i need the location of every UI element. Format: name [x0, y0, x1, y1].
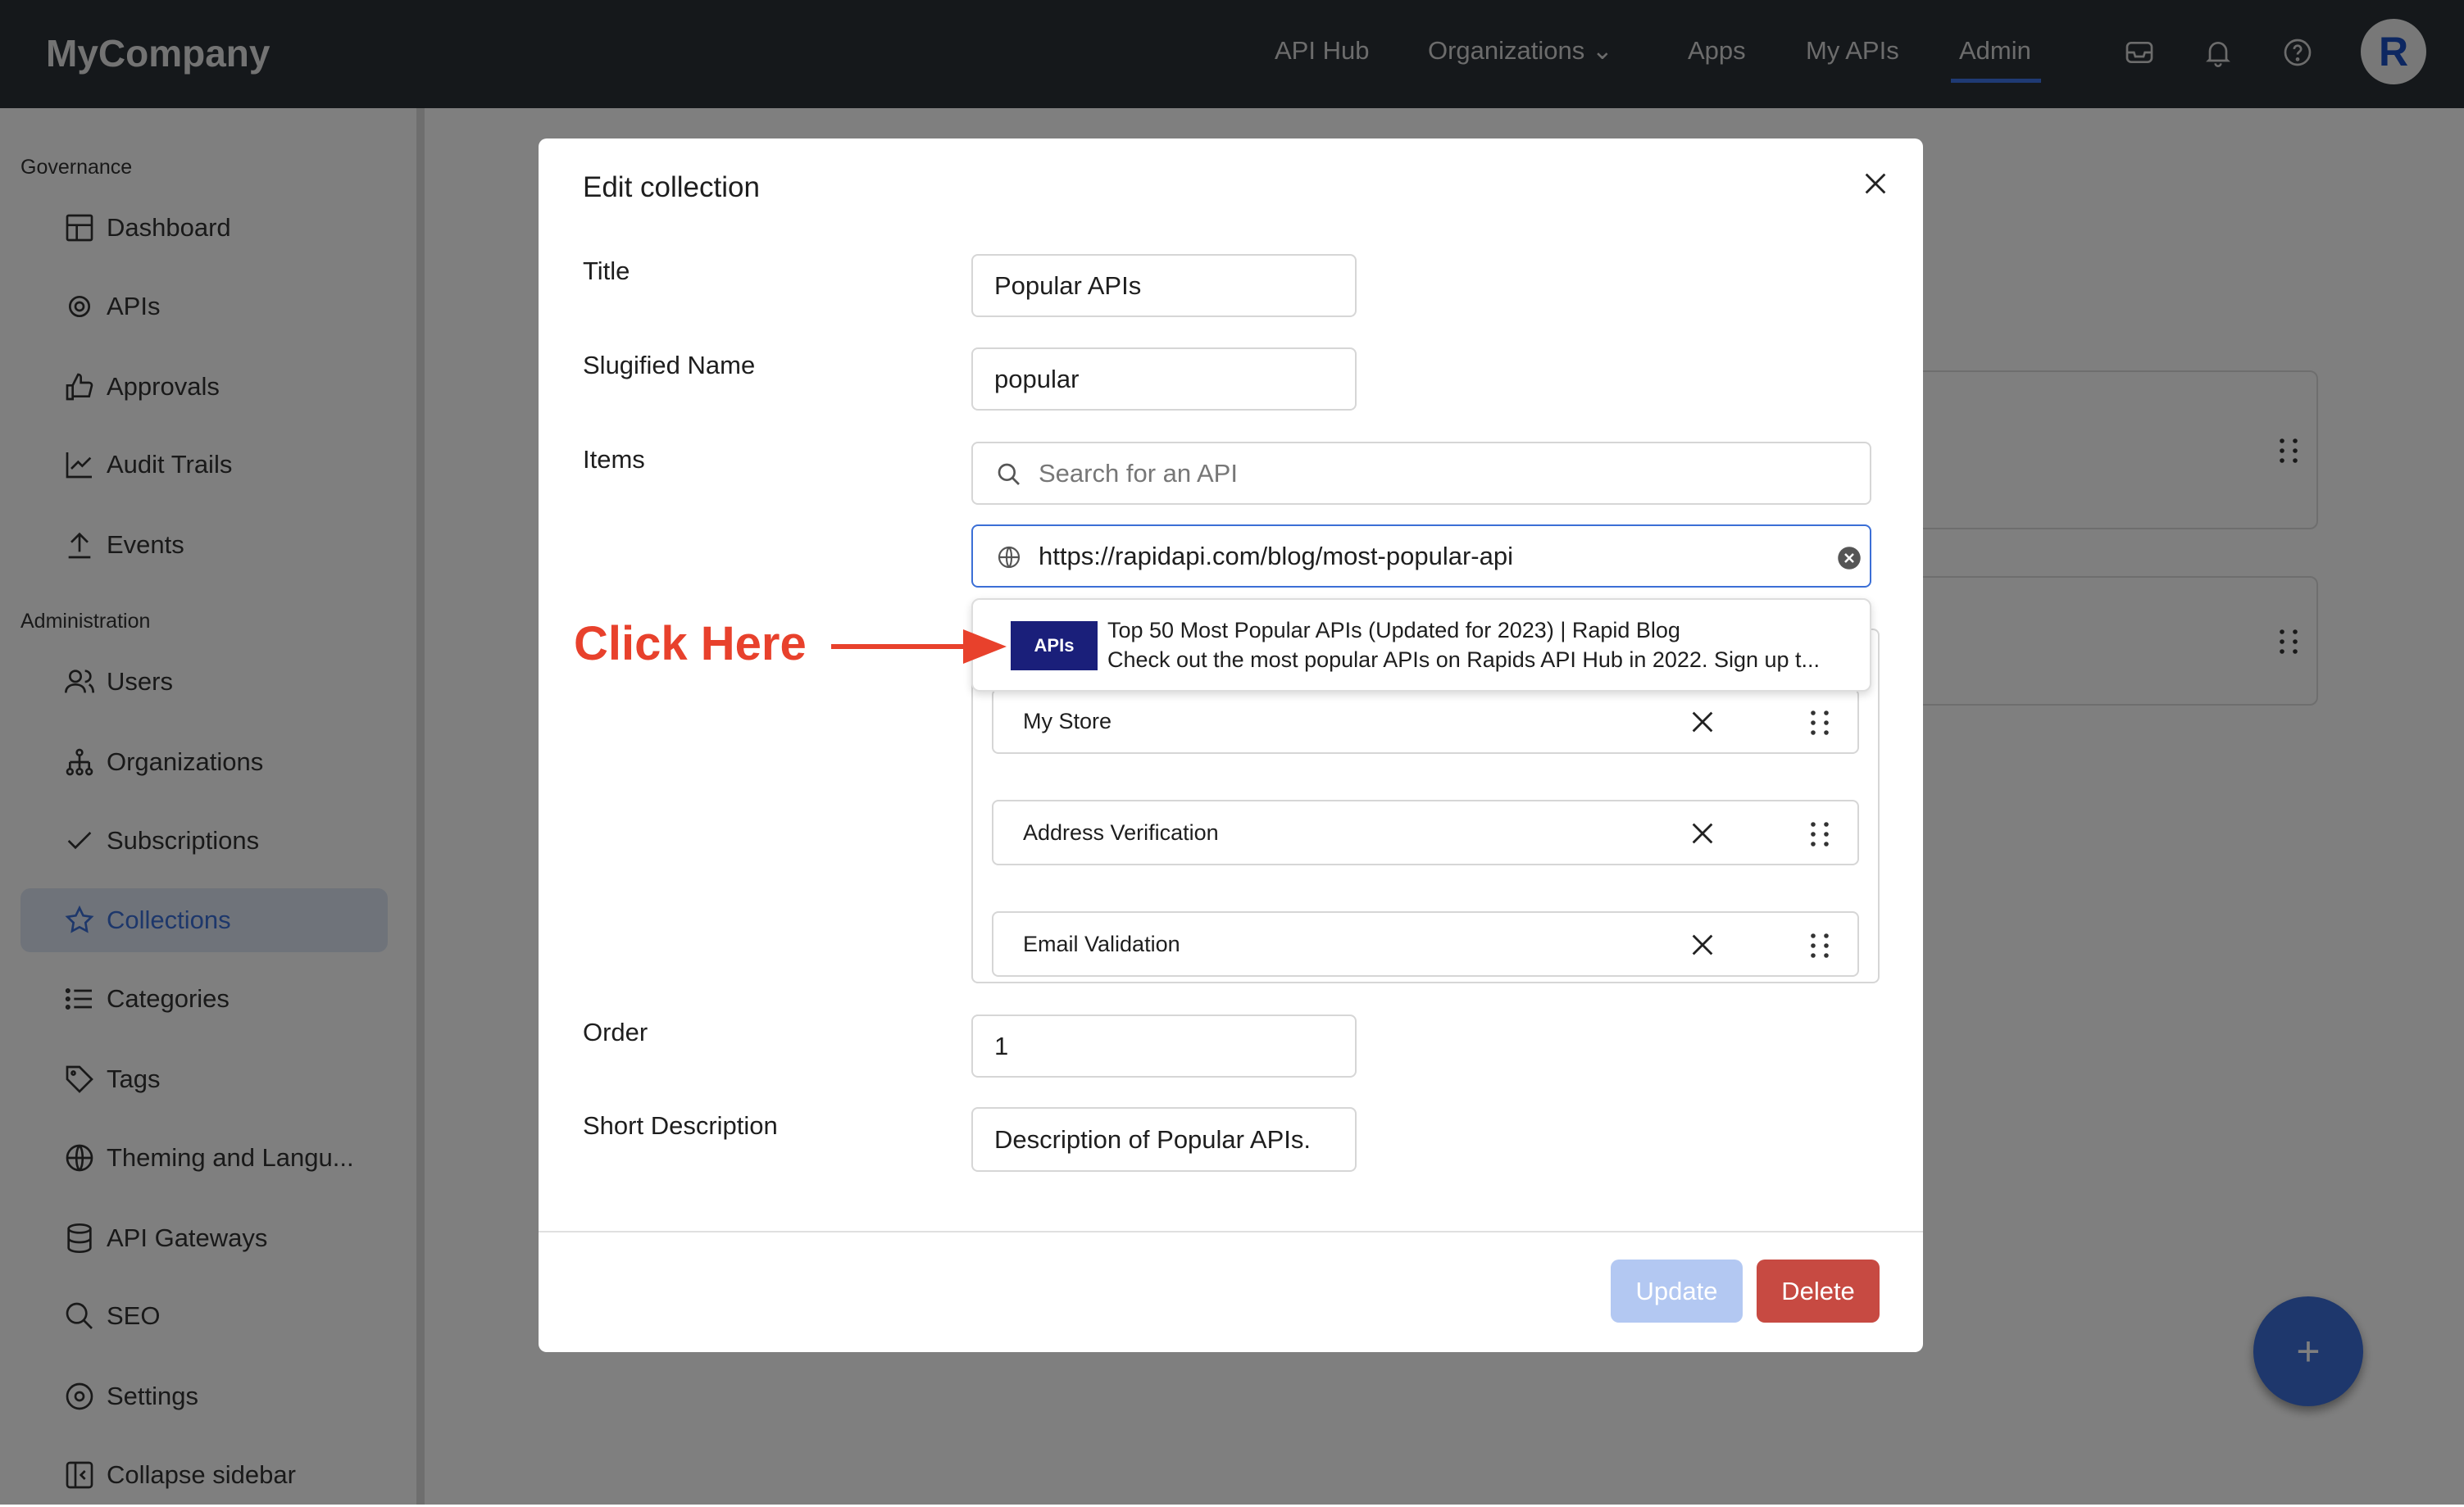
- api-search-input[interactable]: Search for an API: [971, 442, 1871, 505]
- close-icon[interactable]: [1862, 170, 1889, 197]
- title-input[interactable]: Popular APIs: [971, 254, 1357, 317]
- url-input[interactable]: https://rapidapi.com/blog/most-popular-a…: [971, 524, 1871, 588]
- edit-collection-modal: Edit collection Title Slugified Name Ite…: [539, 138, 1923, 1352]
- item-label: Email Validation: [1023, 931, 1180, 956]
- url-suggestion[interactable]: APIs Top 50 Most Popular APIs (Updated f…: [971, 598, 1871, 692]
- remove-icon[interactable]: [1689, 708, 1716, 736]
- list-item[interactable]: Email Validation: [992, 911, 1859, 977]
- item-label: Address Verification: [1023, 819, 1219, 845]
- url-value: https://rapidapi.com/blog/most-popular-a…: [1039, 541, 1513, 570]
- drag-handle-icon[interactable]: [1810, 933, 1830, 959]
- annotation-arrow-icon: [831, 629, 1007, 664]
- annotation-text: Click Here: [574, 617, 807, 670]
- remove-icon[interactable]: [1689, 819, 1716, 847]
- search-placeholder: Search for an API: [1039, 458, 1238, 488]
- slug-input[interactable]: popular: [971, 347, 1357, 411]
- items-label: Items: [583, 445, 645, 474]
- short-description-label: Short Description: [583, 1111, 778, 1140]
- order-input[interactable]: 1: [971, 1015, 1357, 1078]
- delete-button[interactable]: Delete: [1757, 1260, 1880, 1323]
- drag-handle-icon[interactable]: [1810, 710, 1830, 736]
- list-item[interactable]: Address Verification: [992, 800, 1859, 865]
- slug-label: Slugified Name: [583, 351, 756, 379]
- search-icon: [998, 463, 1020, 485]
- item-label: My Store: [1023, 708, 1112, 733]
- footer-divider: [539, 1231, 1923, 1232]
- list-item[interactable]: My Store: [992, 688, 1859, 754]
- title-label: Title: [583, 256, 630, 285]
- suggestion-thumbnail: APIs: [1011, 621, 1098, 670]
- suggestion-title: Top 50 Most Popular APIs (Updated for 20…: [1107, 618, 1680, 642]
- drag-handle-icon[interactable]: [1810, 821, 1830, 847]
- modal-title: Edit collection: [583, 171, 760, 203]
- short-description-input[interactable]: Description of Popular APIs.: [971, 1107, 1357, 1172]
- thumbnail-text: APIs: [1034, 635, 1075, 656]
- order-label: Order: [583, 1018, 648, 1046]
- remove-icon[interactable]: [1689, 931, 1716, 959]
- update-button[interactable]: Update: [1611, 1260, 1743, 1323]
- suggestion-description: Check out the most popular APIs on Rapid…: [1107, 647, 1821, 672]
- globe-icon: [998, 546, 1021, 569]
- clear-icon[interactable]: [1837, 546, 1862, 570]
